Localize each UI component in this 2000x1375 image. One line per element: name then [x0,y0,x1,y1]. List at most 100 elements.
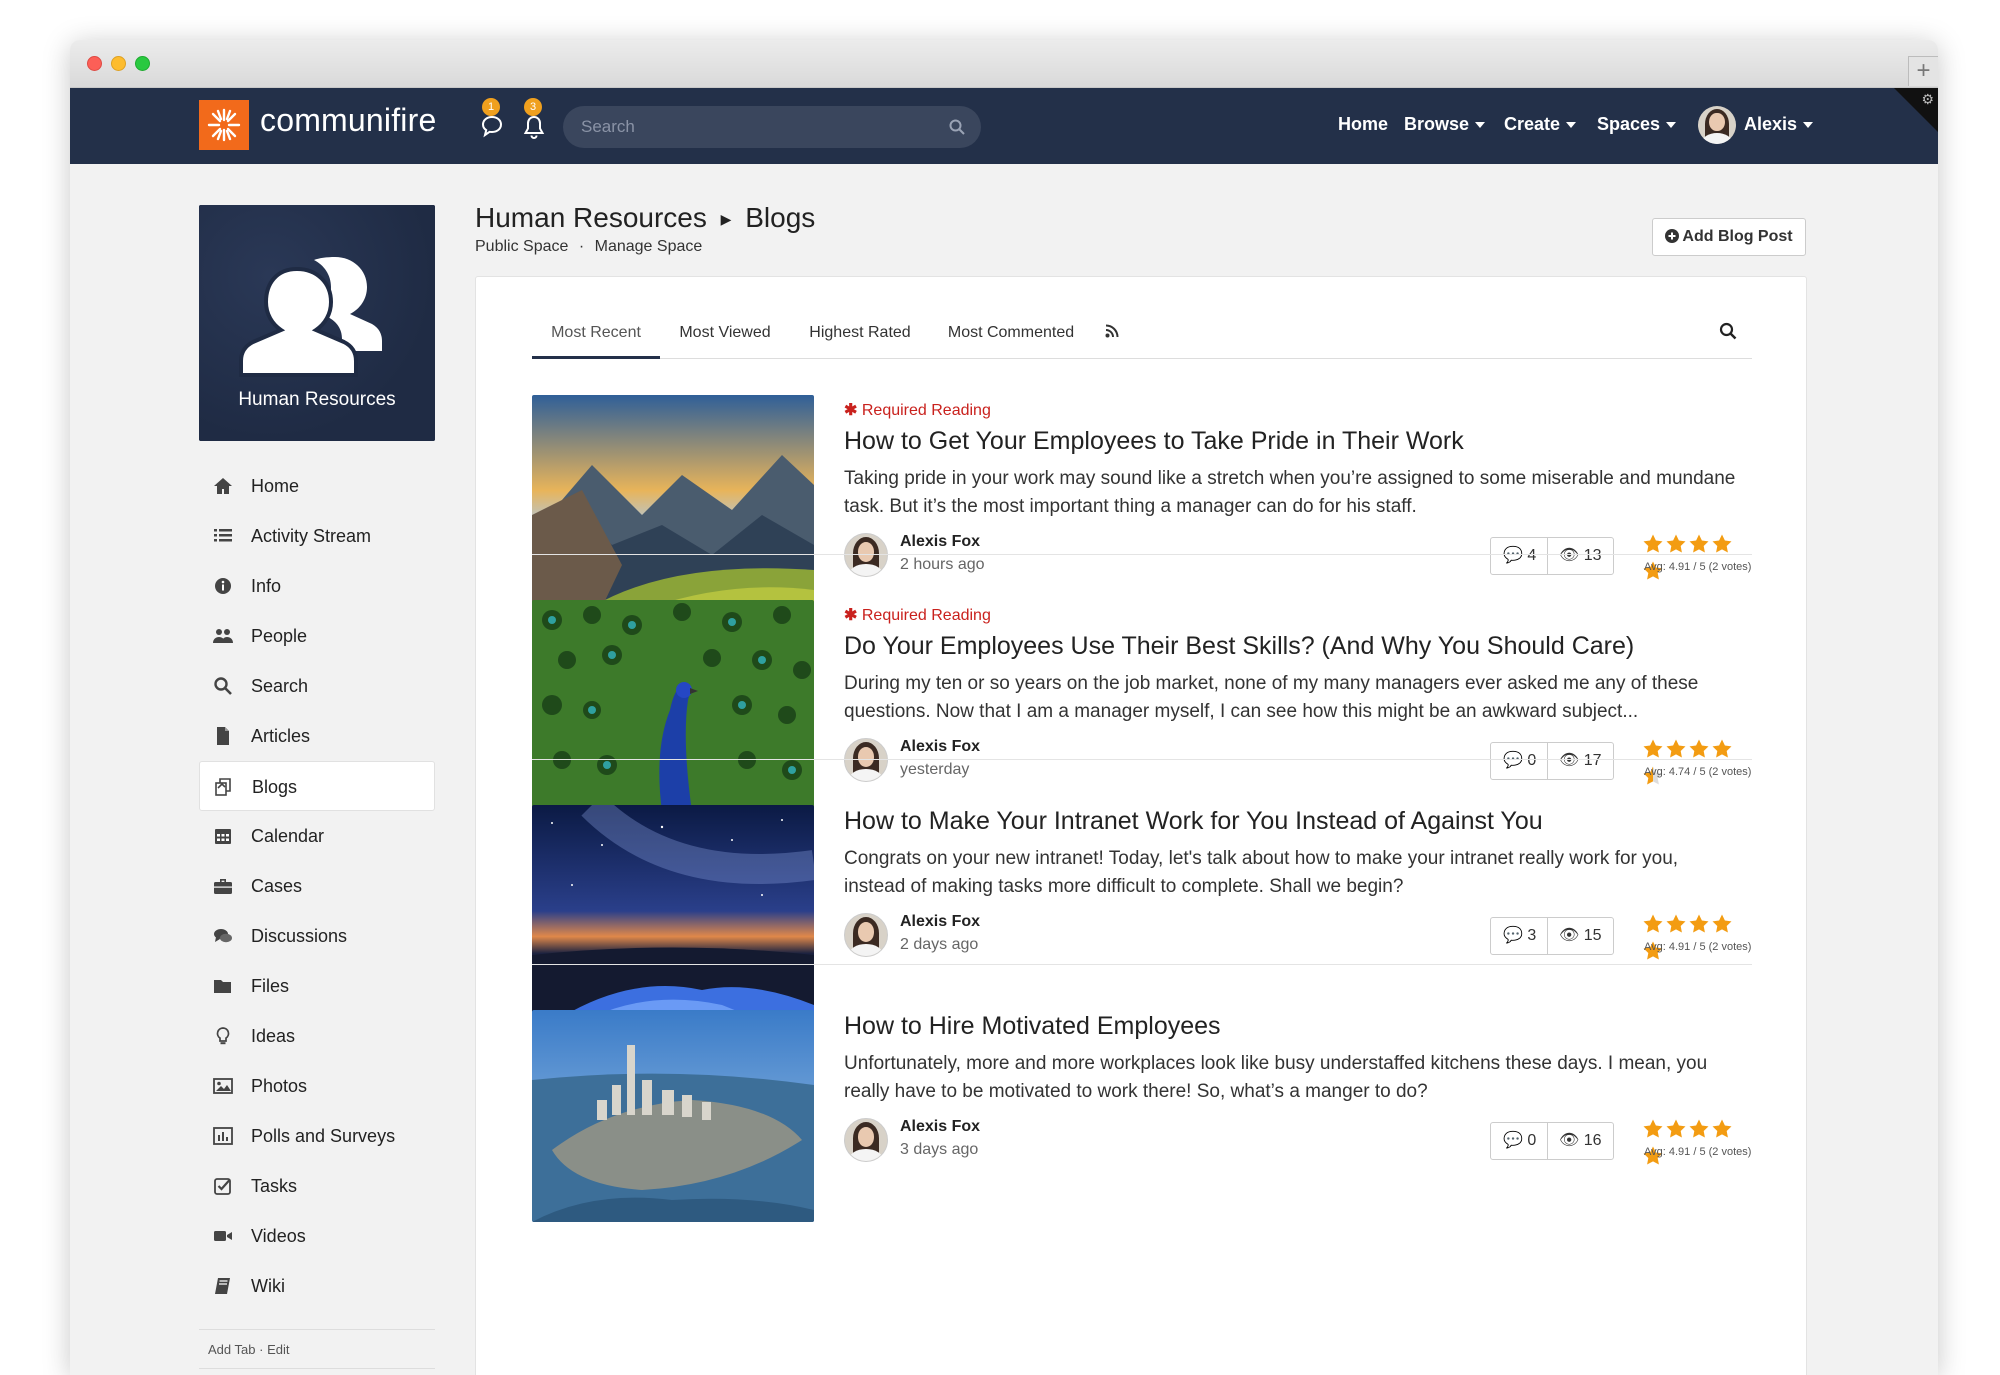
sidebar-item-tasks[interactable]: Tasks [199,1161,435,1211]
author-name[interactable]: Alexis Fox [900,913,980,931]
star-icon[interactable] [1688,913,1710,935]
post-thumbnail-city-skyline[interactable] [532,1010,814,1222]
star-icon[interactable] [1642,738,1664,760]
sidebar-item-photos[interactable]: Photos [199,1061,435,1111]
author-avatar[interactable] [844,913,888,957]
sidebar-item-polls-and-surveys[interactable]: Polls and Surveys [199,1111,435,1161]
nav-home-link[interactable]: Home [1338,114,1388,135]
star-icon[interactable] [1642,913,1664,935]
post-author: Alexis Fox 2 hours ago [844,533,1244,579]
sidebar-item-ideas[interactable]: Ideas [199,1011,435,1061]
sidebar-item-label: Search [251,676,309,696]
sidebar-item-calendar[interactable]: Calendar [199,811,435,861]
new-tab-button[interactable]: + [1908,56,1938,86]
manage-space-link[interactable]: Manage Space [595,238,703,255]
post-title[interactable]: How to Make Your Intranet Work for You I… [844,807,1543,836]
sidebar-item-info[interactable]: Info [199,561,435,611]
post-thumbnail-night-sky[interactable] [532,805,814,1017]
tab-most-recent[interactable]: Most Recent [532,307,660,359]
comment-count[interactable]: 💬 4 [1503,538,1536,574]
author-name[interactable]: Alexis Fox [900,738,980,756]
star-icon[interactable] [1665,738,1687,760]
nav-user-menu[interactable]: Alexis [1744,114,1814,135]
post-title[interactable]: How to Get Your Employees to Take Pride … [844,427,1464,456]
post-title[interactable]: How to Hire Motivated Employees [844,1012,1221,1041]
minimize-window-button[interactable] [111,56,126,71]
star-icon[interactable] [1665,913,1687,935]
comment-icon: 💬 [1503,547,1523,564]
search-posts-button[interactable] [1708,307,1748,359]
sidebar-item-videos[interactable]: Videos [199,1211,435,1261]
star-icon[interactable] [1711,533,1733,555]
sidebar-item-wiki[interactable]: Wiki [199,1261,435,1311]
user-avatar[interactable] [1698,106,1736,144]
post-title[interactable]: Do Your Employees Use Their Best Skills?… [844,632,1634,661]
sidebar-item-home[interactable]: Home [199,461,435,511]
star-icon[interactable] [1711,913,1733,935]
author-avatar[interactable] [844,738,888,782]
star-rating[interactable] [1642,913,1752,960]
sidebar-item-label: Tasks [251,1176,298,1196]
star-icon[interactable] [1688,1118,1710,1140]
gear-icon[interactable]: ⚙ [1921,91,1934,108]
edit-tabs-link[interactable]: Edit [267,1342,289,1357]
search-icon[interactable] [949,119,965,135]
star-icon[interactable] [1711,1118,1733,1140]
messages-button[interactable]: 1 [480,98,504,143]
brand-name[interactable]: communifire [260,102,436,139]
post-thumbnail-mountain-landscape[interactable] [532,395,814,607]
sidebar-item-cases[interactable]: Cases [199,861,435,911]
sidebar-item-activity-stream[interactable]: Activity Stream [199,511,435,561]
star-icon[interactable] [1688,738,1710,760]
rss-feed-button[interactable] [1092,307,1132,359]
post-author: Alexis Fox yesterday [844,738,1244,784]
add-tab-link[interactable]: Add Tab [208,1342,255,1357]
star-rating[interactable] [1642,738,1752,785]
breadcrumb-chevron-icon: ▶ [720,211,732,228]
nav-spaces-menu[interactable]: Spaces [1597,114,1677,135]
notifications-button[interactable]: 3 [522,98,546,145]
sidebar-item-articles[interactable]: Articles [199,711,435,761]
comment-count[interactable]: 💬 0 [1503,1123,1536,1159]
author-avatar[interactable] [844,533,888,577]
rss-icon [1105,324,1119,338]
sidebar-item-discussions[interactable]: Discussions [199,911,435,961]
space-card[interactable]: Human Resources [199,205,435,441]
post-stats: 💬 3 👁 15 [1490,917,1614,955]
brand-logo-icon[interactable] [199,100,249,150]
comment-count[interactable]: 💬 0 [1503,743,1536,779]
nav-browse-menu[interactable]: Browse [1404,114,1486,135]
breadcrumb-space[interactable]: Human Resources [475,202,707,233]
star-icon[interactable] [1642,533,1664,555]
author-name[interactable]: Alexis Fox [900,1118,980,1136]
post-thumbnail-peacock[interactable] [532,600,814,812]
add-blog-post-button[interactable]: Add Blog Post [1652,218,1806,256]
comment-count[interactable]: 💬 3 [1503,918,1536,954]
star-icon[interactable] [1665,1118,1687,1140]
maximize-window-button[interactable] [135,56,150,71]
tab-most-viewed[interactable]: Most Viewed [660,307,790,359]
global-search-box [563,106,981,148]
sidebar-item-blogs[interactable]: Blogs [199,761,435,811]
star-icon[interactable] [1665,533,1687,555]
search-input[interactable] [581,106,941,148]
author-name[interactable]: Alexis Fox [900,533,980,551]
sidebar-item-label: Discussions [251,926,348,946]
star-icon[interactable] [1642,1118,1664,1140]
sidebar-item-people[interactable]: People [199,611,435,661]
sidebar-footer: Add Tab · Edit [199,1329,435,1369]
post-date: 2 hours ago [900,556,985,573]
star-rating[interactable] [1642,533,1752,580]
nav-create-menu[interactable]: Create [1504,114,1577,135]
star-icon[interactable] [1711,738,1733,760]
author-avatar[interactable] [844,1118,888,1162]
sidebar-item-search[interactable]: Search [199,661,435,711]
star-rating[interactable] [1642,1118,1752,1165]
star-icon[interactable] [1688,533,1710,555]
close-window-button[interactable] [87,56,102,71]
required-reading-label: ✱ Required Reading [844,605,991,625]
tab-highest-rated[interactable]: Highest Rated [790,307,930,359]
footer-separator: · [259,1342,264,1357]
tab-most-commented[interactable]: Most Commented [930,307,1092,359]
sidebar-item-files[interactable]: Files [199,961,435,1011]
